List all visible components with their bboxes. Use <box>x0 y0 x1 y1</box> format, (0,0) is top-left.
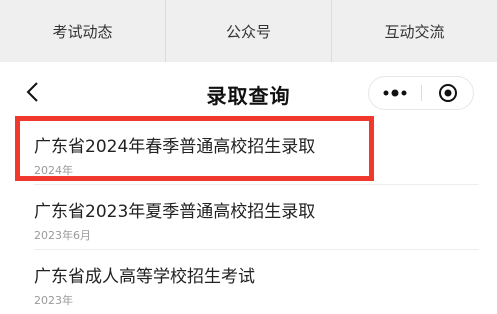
tab-interaction[interactable]: 互动交流 <box>332 0 497 62</box>
target-circle-icon <box>438 84 457 102</box>
item-title: 广东省成人高等学校招生考试 <box>34 267 255 287</box>
tab-official-account[interactable]: 公众号 <box>166 0 332 62</box>
admission-list: 广东省2024年春季普通高校招生录取 2024年 广东省2023年夏季普通高校招… <box>0 120 497 314</box>
list-item[interactable]: 广东省2024年春季普通高校招生录取 2024年 <box>34 120 479 185</box>
item-date: 2023年 <box>34 294 73 307</box>
list-item[interactable]: 广东省成人高等学校招生考试 2023年 <box>34 250 479 314</box>
top-tab-bar: 考试动态 公众号 互动交流 <box>0 0 497 62</box>
tab-exam-news[interactable]: 考试动态 <box>0 0 166 62</box>
more-dots-icon <box>383 89 407 97</box>
mini-program-capsule <box>368 76 474 110</box>
item-title: 广东省2024年春季普通高校招生录取 <box>34 137 316 157</box>
item-title: 广东省2023年夏季普通高校招生录取 <box>34 202 316 222</box>
item-date: 2024年 <box>34 164 73 177</box>
item-date: 2023年6月 <box>34 229 91 242</box>
close-button[interactable] <box>422 77 473 109</box>
list-item[interactable]: 广东省2023年夏季普通高校招生录取 2023年6月 <box>34 185 479 250</box>
more-button[interactable] <box>369 77 421 109</box>
navigation-bar: 录取查询 <box>0 62 497 120</box>
